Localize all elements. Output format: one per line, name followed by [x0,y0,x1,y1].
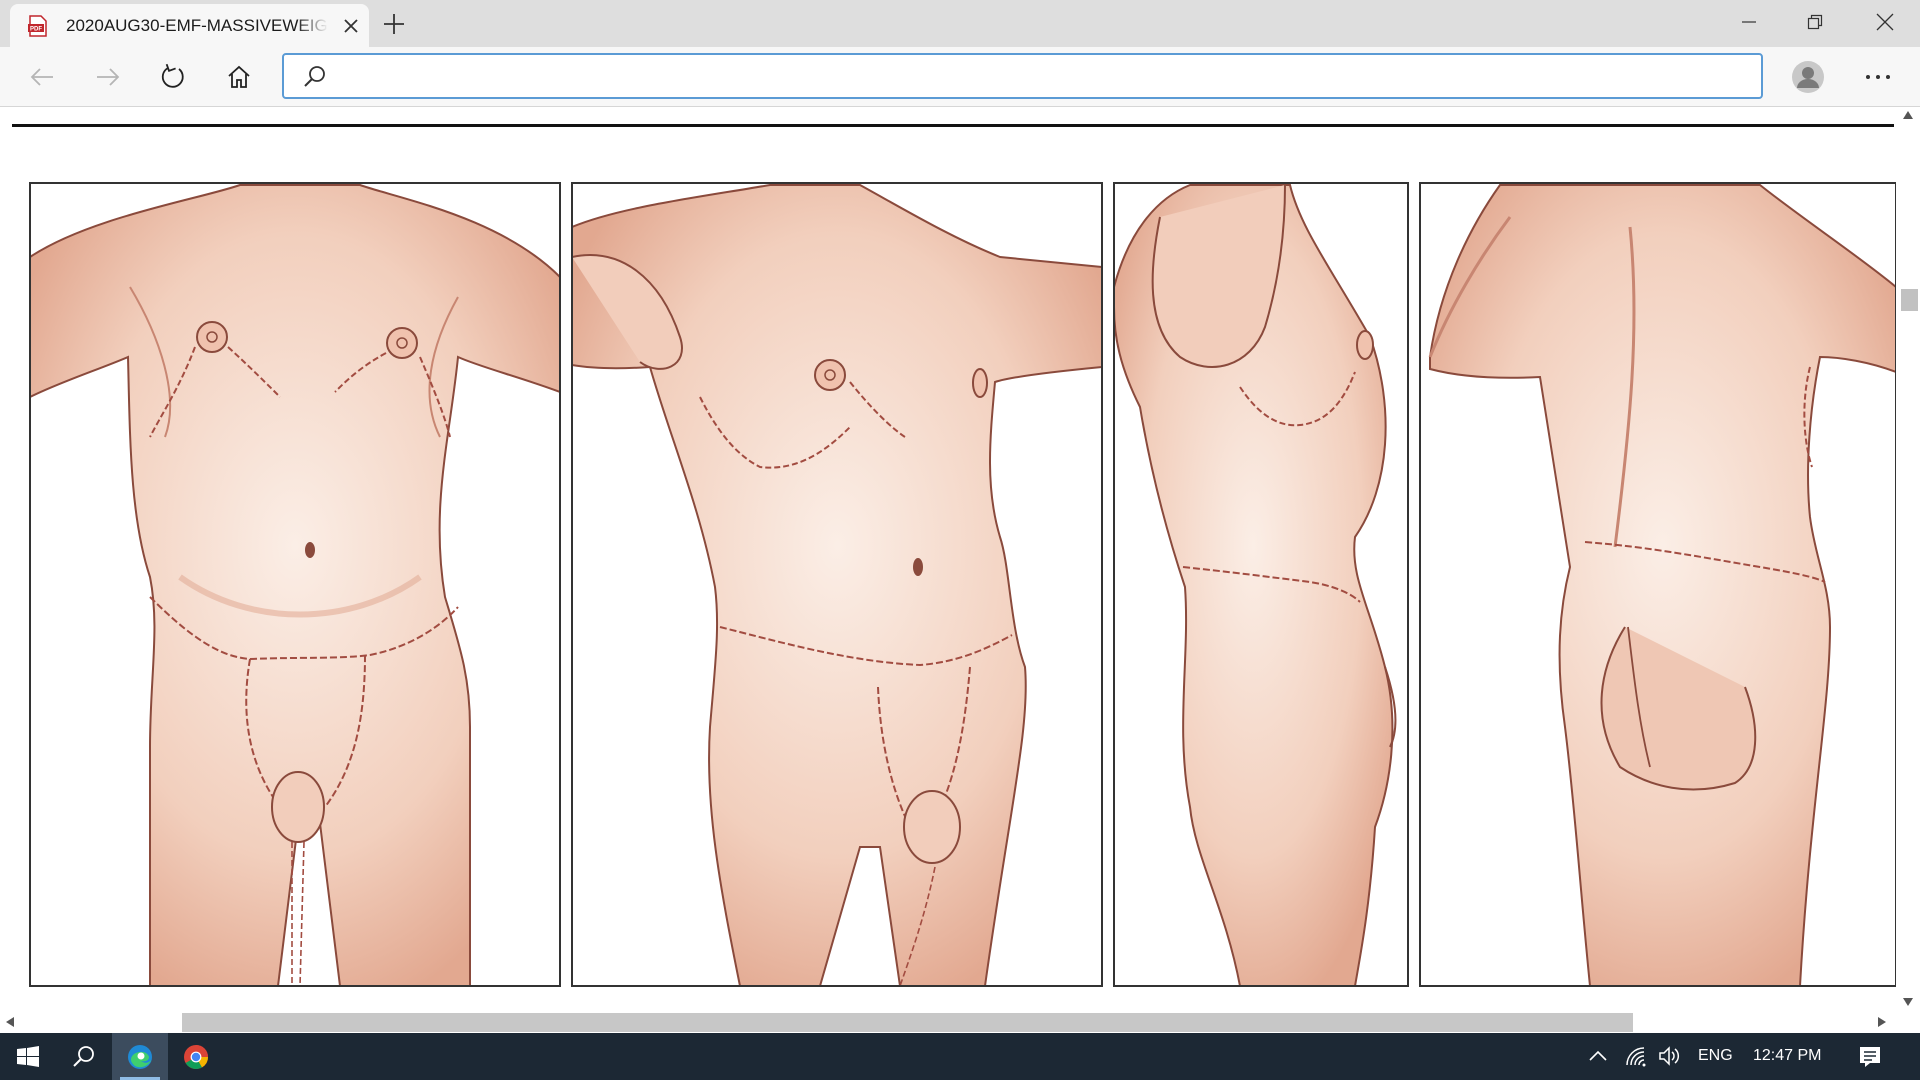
close-tab-icon[interactable] [340,15,362,37]
close-window-button[interactable] [1852,0,1918,44]
restore-icon [1807,14,1823,30]
browser-toolbar [0,47,1920,107]
minimize-icon [1742,21,1756,23]
input-language-indicator[interactable]: ENG [1698,1047,1733,1065]
address-bar[interactable] [282,53,1763,99]
action-center-notifications-icon[interactable] [1858,1045,1882,1069]
taskbar-clock[interactable]: 12:47 PM [1753,1047,1821,1065]
forward-arrow-icon [97,68,120,86]
restore-button[interactable] [1782,0,1848,44]
body-contouring-figure [29,182,1896,987]
avatar-icon [1792,61,1824,93]
minimize-button[interactable] [1716,0,1782,44]
vertical-scrollbar[interactable] [1896,107,1920,1010]
back-button[interactable] [22,57,62,97]
refresh-icon [161,63,184,88]
vertical-scroll-thumb[interactable] [1901,289,1918,311]
profile-button[interactable] [1788,57,1828,97]
search-icon [73,1045,94,1067]
browser-tab[interactable]: PDF 2020AUG30-EMF-MASSIVEWEIGHTLOSS [10,4,369,47]
home-icon [228,65,250,88]
close-icon [1876,13,1894,31]
windows-taskbar: ENG 12:47 PM [0,1033,1920,1080]
scroll-left-arrow-icon[interactable] [6,1017,14,1027]
pdf-viewer: g (· ) [0,107,1920,1033]
back-arrow-icon [30,68,53,86]
volume-icon[interactable] [1658,1045,1682,1067]
forward-button[interactable] [88,57,128,97]
address-input[interactable] [340,61,1744,93]
scroll-up-arrow-icon[interactable] [1903,111,1913,119]
horizontal-scroll-thumb[interactable] [182,1013,1633,1032]
wifi-icon[interactable] [1624,1045,1648,1067]
chrome-browser-icon [184,1044,208,1069]
home-button[interactable] [219,57,259,97]
figure-panel-back [1420,183,1896,986]
new-tab-icon[interactable] [379,9,409,39]
svg-text:PDF: PDF [30,27,42,33]
figure-panel-oblique [572,183,1102,986]
show-hidden-icons-chevron-icon[interactable] [1589,1050,1607,1062]
start-button[interactable] [0,1033,56,1080]
taskbar-chrome-button[interactable] [168,1033,224,1080]
scroll-down-arrow-icon[interactable] [1903,998,1913,1006]
search-icon [304,66,325,87]
figure-panel-side [1114,183,1408,986]
taskbar-edge-button[interactable] [112,1033,168,1080]
scroll-right-arrow-icon[interactable] [1878,1017,1886,1027]
more-dots-icon [1866,75,1890,79]
refresh-button[interactable] [153,57,193,97]
taskbar-search-button[interactable] [56,1033,112,1080]
figure-panel-front [30,183,560,986]
tab-strip: PDF 2020AUG30-EMF-MASSIVEWEIGHTLOSS [0,0,1920,47]
edge-browser-icon [128,1044,152,1069]
settings-more-button[interactable] [1858,57,1898,97]
tab-title: 2020AUG30-EMF-MASSIVEWEIGHTLOSS [66,16,328,35]
windows-logo-icon [17,1045,39,1067]
pdf-icon: PDF [28,15,47,37]
